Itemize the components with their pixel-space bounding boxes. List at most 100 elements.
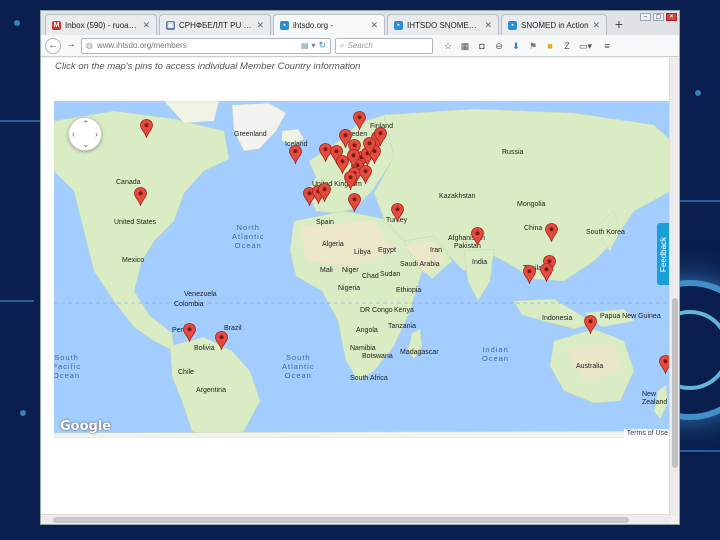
url-text: www.ihtsdo.org/members (96, 41, 187, 50)
horizontal-scrollbar[interactable] (41, 514, 671, 524)
scrollbar-thumb[interactable] (672, 298, 678, 468)
pocket-icon[interactable]: ◘ (477, 41, 487, 51)
member-pin-icon[interactable] (540, 263, 553, 282)
member-pin-icon[interactable] (353, 111, 366, 130)
country-label: Algeria (322, 241, 344, 248)
bookmark-star-icon[interactable]: ☆ (443, 41, 453, 51)
country-label: DR Congo (360, 307, 393, 314)
terms-of-use-link[interactable]: Terms of Use (623, 429, 671, 438)
member-pin-icon[interactable] (471, 227, 484, 246)
toolbar-icons: ☆ ▦ ◘ ⊖ ⬇ ⚑ ■ Z ▭▾ ≡ (443, 41, 612, 51)
background-dot (20, 410, 26, 416)
background-line (0, 120, 40, 122)
members-world-map[interactable]: Greenland Iceland Sweden Finland Russia … (54, 101, 671, 438)
member-pin-icon[interactable] (347, 149, 360, 168)
country-label: Greenland (234, 131, 267, 138)
ihtsdo-icon: ▪ (508, 20, 517, 30)
close-window-button[interactable]: ✕ (666, 13, 677, 21)
map-instructions: Click on the map's pins to access indivi… (55, 61, 361, 72)
reader-icon[interactable]: ▤▾ (301, 41, 319, 50)
browser-window: M Inbox (590) - ruoak2&... ✕ ▣ СРНФБЕЛЛТ… (40, 10, 680, 525)
member-pin-icon[interactable] (215, 331, 228, 350)
country-label: India (472, 259, 488, 266)
zotero-icon[interactable]: Z (562, 41, 572, 51)
tab-bar: M Inbox (590) - ruoak2&... ✕ ▣ СРНФБЕЛЛТ… (41, 11, 679, 35)
country-label: Australia (576, 363, 604, 370)
country-label: Madagascar (400, 349, 439, 356)
member-pin-icon[interactable] (545, 223, 558, 242)
member-pin-icon[interactable] (523, 265, 536, 284)
forward-arrow-icon[interactable]: → (65, 38, 77, 54)
flag-icon[interactable]: ⚑ (528, 41, 538, 51)
close-icon[interactable]: ✕ (142, 20, 150, 31)
zoom-icon[interactable]: ⊖ (494, 41, 504, 51)
member-pin-icon[interactable] (344, 171, 357, 190)
country-label: Russia (502, 149, 524, 156)
new-tab-button[interactable]: + (609, 14, 629, 35)
background-line (680, 200, 720, 202)
member-pin-icon[interactable] (584, 315, 597, 334)
tab-ihtsdo-members[interactable]: ▪ ihtsdo.org - ✕ (273, 14, 385, 35)
hamburger-menu-icon[interactable]: ≡ (602, 41, 612, 51)
country-label: Libya (354, 249, 371, 256)
gmail-icon: M (52, 20, 61, 30)
country-label: Venezuela (184, 291, 217, 298)
member-pin-icon[interactable] (289, 145, 302, 164)
tab-page[interactable]: ▣ СРНФБЕЛЛТ РU МРН... ✕ (159, 14, 271, 35)
page-menu-icon[interactable]: ▭▾ (579, 41, 592, 51)
member-pin-icon[interactable] (318, 183, 331, 202)
country-label: Papua New Guinea (600, 313, 661, 320)
country-label: United States (114, 219, 157, 226)
member-pin-icon[interactable] (140, 119, 153, 138)
member-pin-icon[interactable] (183, 323, 196, 342)
ocean-label: Indian Ocean (482, 345, 510, 363)
close-icon[interactable]: ✕ (484, 20, 492, 31)
country-label: Spain (316, 219, 334, 226)
tab-gmail[interactable]: M Inbox (590) - ruoak2&... ✕ (45, 14, 157, 35)
tab-snomed-in-action[interactable]: ▪ SNOMED in Action ✕ (501, 14, 607, 35)
google-logo: Google (60, 419, 112, 434)
globe-icon: ◍ (86, 41, 93, 50)
maximize-button[interactable]: ▢ (653, 13, 664, 21)
close-icon[interactable]: ✕ (256, 20, 264, 31)
map-pan-control[interactable]: ⌃ ⌄ ‹ › (68, 117, 102, 151)
minimize-button[interactable]: ‒ (640, 13, 651, 21)
search-input[interactable]: ⌕ Search (335, 37, 433, 54)
country-label: South Africa (350, 375, 388, 382)
scrollbar-thumb[interactable] (53, 517, 629, 523)
country-label: Colombia (174, 301, 204, 308)
pan-right-icon[interactable]: › (95, 129, 98, 139)
country-label: Nigeria (338, 285, 361, 292)
download-icon[interactable]: ⬇ (511, 41, 521, 51)
member-pin-icon[interactable] (391, 203, 404, 222)
close-icon[interactable]: ✕ (370, 20, 378, 31)
member-pin-icon[interactable] (348, 193, 361, 212)
tab-snomed-ct[interactable]: ▪ IHTSDO SNOMED CT... ✕ (387, 14, 499, 35)
pan-left-icon[interactable]: ‹ (72, 129, 75, 139)
country-label: Egypt (378, 247, 396, 254)
country-label: Iran (430, 247, 443, 254)
member-pin-icon[interactable] (134, 187, 147, 206)
pan-up-icon[interactable]: ⌃ (82, 119, 90, 130)
pan-down-icon[interactable]: ⌄ (82, 139, 90, 150)
search-placeholder: Search (347, 41, 373, 50)
address-bar[interactable]: ◍ www.ihtsdo.org/members ▤▾ ↻ (81, 37, 331, 54)
country-label: Sudan (380, 271, 401, 278)
back-arrow-icon[interactable]: ← (45, 37, 61, 54)
reload-icon[interactable]: ↻ (318, 40, 326, 51)
note-icon[interactable]: ■ (545, 41, 555, 51)
country-label: Bolivia (194, 345, 215, 352)
background-line (0, 300, 34, 302)
ihtsdo-icon: ▪ (280, 20, 289, 30)
background-dot (695, 90, 701, 96)
page-content: Click on the map's pins to access indivi… (41, 58, 671, 516)
country-label: Niger (342, 267, 359, 274)
country-label: Angola (356, 327, 378, 334)
vertical-scrollbar[interactable] (669, 58, 679, 516)
close-icon[interactable]: ✕ (592, 20, 600, 31)
member-pin-icon[interactable] (359, 165, 372, 184)
country-label: Mongolia (517, 201, 546, 208)
country-label: Chad (362, 273, 379, 280)
member-pin-icon[interactable] (363, 137, 376, 156)
reading-list-icon[interactable]: ▦ (460, 41, 470, 51)
